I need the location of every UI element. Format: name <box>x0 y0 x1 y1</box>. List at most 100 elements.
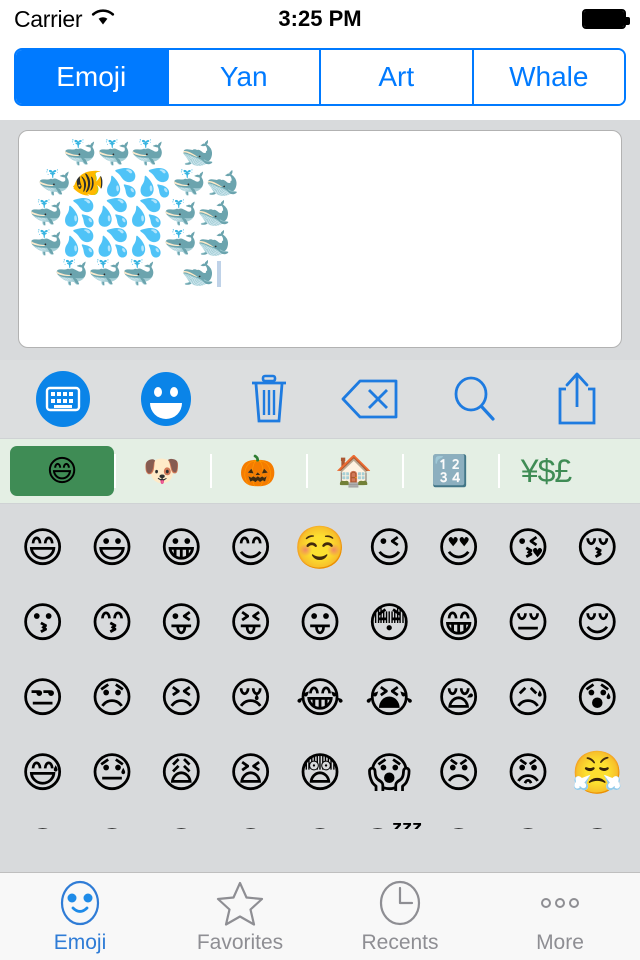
emoji-cell[interactable]: 😖 <box>8 810 77 829</box>
keyboard-icon <box>34 370 92 428</box>
emoji-cell[interactable]: 😘 <box>493 510 562 585</box>
search-button[interactable] <box>439 368 509 430</box>
category-symbols[interactable]: ¥$£ <box>498 446 594 496</box>
text-caret <box>216 261 221 287</box>
emoji-cell[interactable]: 😔 <box>493 585 562 660</box>
trash-icon <box>245 370 293 428</box>
share-icon <box>554 371 600 427</box>
emoji-cell[interactable]: 😪 <box>424 660 493 735</box>
emoji-cell[interactable]: 😵 <box>493 810 562 829</box>
emoji-cell[interactable]: 😙 <box>77 585 146 660</box>
tab-label: Favorites <box>196 930 284 954</box>
tab-label: Recents <box>361 930 439 954</box>
emoji-grid-row: 😗 😙 😜 😝 😛 😳 😁 😔 😌 <box>0 585 640 660</box>
emoji-cell[interactable]: 😨 <box>285 735 354 810</box>
emoji-cell[interactable]: 😳 <box>355 585 424 660</box>
art-line: 🐳🐳🐳 🐋 <box>29 258 215 289</box>
emoji-cell[interactable]: 😭 <box>355 660 424 735</box>
category-objects[interactable]: 🎃 <box>210 446 306 496</box>
emoji-cell[interactable]: 🙃 <box>563 810 632 829</box>
art-line: 🐳💦💦💦🐳🐋 <box>29 198 231 229</box>
composer-container: 🐳🐳🐳 🐋 🐳🐠💦💦🐳🐋 🐳💦💦💦🐳🐋 🐳💦💦💦🐳🐋 🐳🐳🐳 🐋 <box>0 120 640 360</box>
tab-recents[interactable]: Recents <box>320 873 480 960</box>
emoji-cell[interactable]: 😅 <box>8 735 77 810</box>
status-bar-right <box>582 9 630 29</box>
emoji-cell[interactable]: 😣 <box>147 660 216 735</box>
category-smileys[interactable]: 😄 <box>10 446 114 496</box>
emoji-grid-row: 😒 😞 😣 😢 😂 😭 😪 😥 😰 <box>0 660 640 735</box>
emoji-cell[interactable]: 😉 <box>355 510 424 585</box>
emoji-cell[interactable]: 😴 <box>355 810 424 829</box>
keyboard-button[interactable] <box>28 368 98 430</box>
wifi-icon <box>90 7 116 32</box>
category-bar[interactable]: 😄 🐶 🎃 🏠 🔢 ¥$£ <box>0 438 640 504</box>
emoji-cell[interactable]: 😷 <box>216 810 285 829</box>
art-line: 🐳🐠💦💦🐳🐋 <box>29 168 240 199</box>
emoji-cell[interactable]: 😊 <box>216 510 285 585</box>
emoji-cell[interactable]: 😚 <box>563 510 632 585</box>
segmented-control-container: Emoji Yan Art Whale <box>0 38 640 120</box>
emoji-art-textfield[interactable]: 🐳🐳🐳 🐋 🐳🐠💦💦🐳🐋 🐳💦💦💦🐳🐋 🐳💦💦💦🐳🐋 🐳🐳🐳 🐋 <box>18 130 622 348</box>
emoji-grid[interactable]: 😄 😃 😀 😊 ☺️ 😉 😍 😘 😚 😗 😙 😜 😝 😛 😳 😁 😔 😌 😒 😞 <box>0 504 640 829</box>
smiley-icon <box>137 370 195 428</box>
art-line: 🐳💦💦💦🐳🐋 <box>29 228 231 259</box>
emoji-cell[interactable]: ☺️ <box>285 510 354 585</box>
emoji-cell[interactable]: 😂 <box>285 660 354 735</box>
tab-label: Emoji <box>53 930 107 954</box>
category-places[interactable]: 🏠 <box>306 446 402 496</box>
segment-whale[interactable]: Whale <box>471 50 624 104</box>
emoji-cell[interactable]: 😥 <box>493 660 562 735</box>
tab-favorites[interactable]: Favorites <box>160 873 320 960</box>
tab-more[interactable]: More <box>480 873 640 960</box>
segment-emoji[interactable]: Emoji <box>16 50 167 104</box>
backspace-button[interactable] <box>336 368 406 430</box>
emoji-cell[interactable]: 😌 <box>563 585 632 660</box>
emoji-cell[interactable]: 😫 <box>216 735 285 810</box>
emoji-cell[interactable]: 😀 <box>147 510 216 585</box>
emoji-cell[interactable]: 😆 <box>77 810 146 829</box>
segment-art[interactable]: Art <box>319 50 472 104</box>
emoji-cell[interactable]: 😒 <box>8 660 77 735</box>
emoji-picker-button[interactable] <box>131 368 201 430</box>
emoji-cell[interactable]: 😠 <box>424 735 493 810</box>
emoji-cell[interactable]: 😗 <box>8 585 77 660</box>
emoji-cell[interactable]: 😢 <box>216 660 285 735</box>
emoji-cell[interactable]: 😞 <box>77 660 146 735</box>
star-icon <box>214 879 266 927</box>
emoji-cell[interactable]: 😋 <box>147 810 216 829</box>
tab-bar: Emoji Favorites Recents More <box>0 872 640 960</box>
emoji-cell[interactable]: 😜 <box>147 585 216 660</box>
app-root: Carrier 3:25 PM Emoji Yan Art Whale 🐳🐳🐳 … <box>0 0 640 960</box>
action-toolbar <box>0 360 640 438</box>
emoji-cell[interactable]: 😰 <box>563 660 632 735</box>
emoji-cell[interactable]: 😎 <box>285 810 354 829</box>
emoji-cell[interactable]: 😩 <box>147 735 216 810</box>
clock-icon <box>374 879 426 927</box>
emoji-cell[interactable]: 😄 <box>8 510 77 585</box>
emoji-cell[interactable]: 😵 <box>424 810 493 829</box>
segmented-control[interactable]: Emoji Yan Art Whale <box>14 48 626 106</box>
emoji-cell[interactable]: 😃 <box>77 510 146 585</box>
emoji-cell[interactable]: 😱 <box>355 735 424 810</box>
tab-emoji[interactable]: Emoji <box>0 873 160 960</box>
emoji-cell[interactable]: 😛 <box>285 585 354 660</box>
backspace-icon <box>340 375 402 423</box>
emoji-cell[interactable]: 😡 <box>493 735 562 810</box>
emoji-cell[interactable]: 😝 <box>216 585 285 660</box>
status-bar: Carrier 3:25 PM <box>0 0 640 38</box>
emoji-cell[interactable]: 😍 <box>424 510 493 585</box>
emoji-grid-row: 😅 😓 😩 😫 😨 😱 😠 😡 😤 <box>0 735 640 810</box>
emoji-cell[interactable]: 😓 <box>77 735 146 810</box>
emoji-grid-row: 😄 😃 😀 😊 ☺️ 😉 😍 😘 😚 <box>0 510 640 585</box>
ellipsis-icon <box>534 879 586 927</box>
category-animals[interactable]: 🐶 <box>114 446 210 496</box>
emoji-cell[interactable]: 😁 <box>424 585 493 660</box>
category-numbers[interactable]: 🔢 <box>402 446 498 496</box>
emoji-cell[interactable]: 😤 <box>563 735 632 810</box>
clear-button[interactable] <box>234 368 304 430</box>
carrier-label: Carrier <box>14 5 83 32</box>
status-bar-left: Carrier <box>14 6 116 33</box>
segment-yan[interactable]: Yan <box>166 50 319 104</box>
share-button[interactable] <box>542 368 612 430</box>
art-line-with-caret: 🐳🐳🐳 🐋 <box>29 259 611 289</box>
